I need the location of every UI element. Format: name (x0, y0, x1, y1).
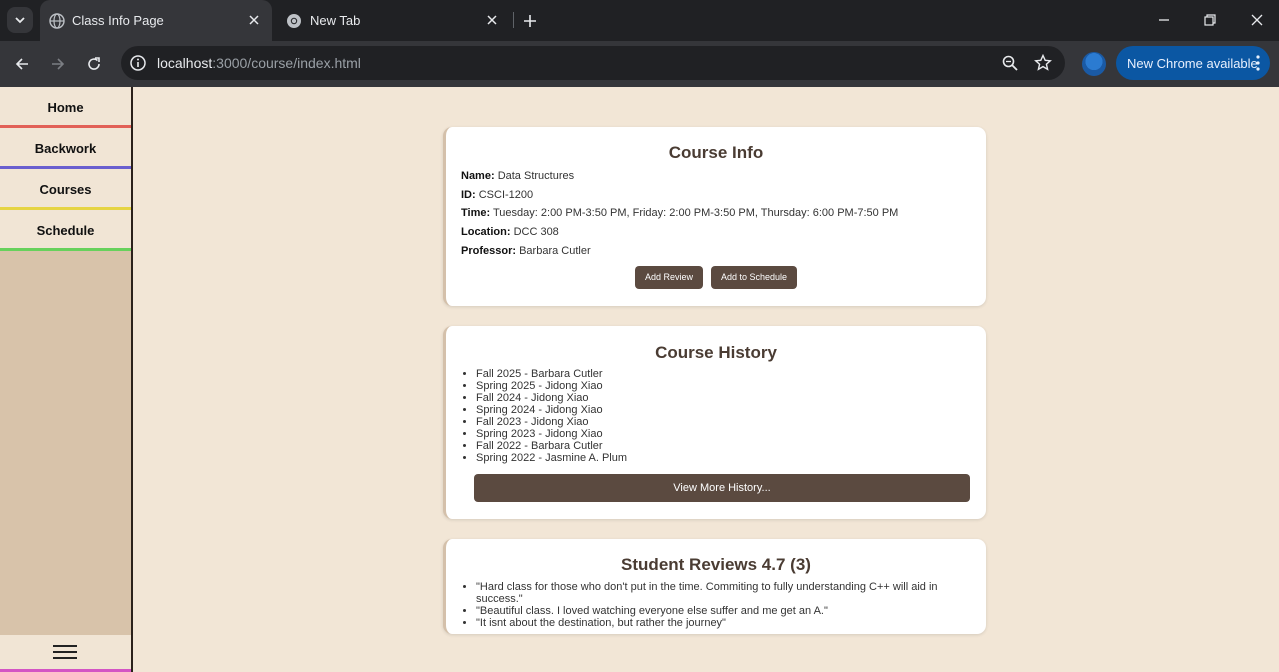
course-professor-value: Barbara Cutler (519, 245, 591, 257)
list-item: Fall 2025 - Barbara Cutler (476, 368, 627, 380)
back-button[interactable] (10, 52, 34, 76)
new-tab-button[interactable] (519, 10, 541, 32)
zoom-icon[interactable] (1001, 54, 1019, 72)
sidebar-item-home[interactable]: Home (0, 87, 131, 128)
sidebar-item-courses[interactable]: Courses (0, 169, 131, 210)
course-id-row: ID: CSCI-1200 (461, 189, 533, 201)
update-chrome-button[interactable]: New Chrome available (1116, 46, 1270, 80)
globe-icon (49, 13, 65, 29)
sidebar-menu-toggle[interactable] (0, 635, 131, 672)
restore-icon (1204, 14, 1216, 26)
browser-tab-bar: Class Info Page New Tab (0, 0, 1279, 41)
list-item: Fall 2022 - Barbara Cutler (476, 440, 627, 452)
minimize-button[interactable] (1152, 8, 1176, 32)
course-id-label: ID: (461, 189, 476, 201)
course-name-label: Name: (461, 170, 495, 182)
page-content: Home Backwork Courses Schedule Course In… (0, 87, 1279, 672)
tab-class-info-page[interactable]: Class Info Page (40, 0, 272, 41)
list-item: Spring 2025 - Jidong Xiao (476, 380, 627, 392)
close-tab-button[interactable] (484, 12, 500, 28)
tab-divider (513, 12, 514, 28)
forward-button[interactable] (46, 52, 70, 76)
url-text: localhost:3000/course/index.html (157, 55, 361, 71)
plus-icon (524, 15, 536, 27)
close-window-button[interactable] (1245, 8, 1269, 32)
add-to-schedule-button[interactable]: Add to Schedule (710, 266, 798, 289)
sidebar-item-schedule[interactable]: Schedule (0, 210, 131, 251)
course-time-row: Time: Tuesday: 2:00 PM-3:50 PM, Friday: … (461, 207, 898, 219)
close-icon (1251, 14, 1263, 26)
star-icon[interactable] (1034, 54, 1052, 72)
add-review-button[interactable]: Add Review (634, 266, 703, 289)
course-info-title: Course Info (668, 143, 764, 162)
chevron-down-icon (15, 17, 25, 24)
info-icon[interactable] (129, 54, 147, 72)
close-tab-button[interactable] (246, 12, 262, 28)
tab-title: New Tab (310, 13, 361, 28)
tab-title: Class Info Page (72, 13, 164, 28)
tab-new-tab[interactable]: New Tab (276, 0, 510, 41)
course-id-value: CSCI-1200 (478, 189, 534, 201)
course-info-card: Course Info Name: Data Structures ID: CS… (443, 127, 986, 306)
view-more-history-button[interactable]: View More History... (474, 474, 970, 502)
list-item: Spring 2022 - Jasmine A. Plum (476, 452, 627, 464)
course-location-row: Location: DCC 308 (461, 226, 559, 238)
tab-search-button[interactable] (7, 7, 33, 33)
url-path: :3000/course/index.html (212, 55, 361, 71)
course-location-value: DCC 308 (513, 226, 559, 238)
chrome-icon (287, 14, 301, 28)
student-reviews-title: Student Reviews 4.7 (3) (621, 555, 811, 574)
url-host: localhost (157, 55, 213, 71)
list-item: Spring 2023 - Jidong Xiao (476, 428, 627, 440)
arrow-right-icon (52, 58, 65, 70)
course-professor-row: Professor: Barbara Cutler (461, 245, 591, 257)
course-actions: Add Review Add to Schedule (446, 266, 986, 289)
course-professor-label: Professor: (461, 245, 517, 257)
arrow-left-icon (15, 58, 28, 70)
profile-avatar[interactable] (1082, 52, 1106, 76)
hamburger-icon (53, 645, 77, 661)
course-time-value: Tuesday: 2:00 PM-3:50 PM, Friday: 2:00 P… (493, 207, 899, 219)
list-item: "Beautiful class. I loved watching every… (476, 605, 986, 617)
address-bar[interactable]: localhost:3000/course/index.html (121, 46, 1065, 80)
list-item: Spring 2024 - Jidong Xiao (476, 404, 627, 416)
course-time-label: Time: (461, 207, 491, 219)
course-history-title: Course History (655, 343, 777, 362)
course-name-value: Data Structures (497, 170, 575, 182)
close-icon (249, 15, 259, 25)
sidebar: Home Backwork Courses Schedule (0, 87, 133, 672)
list-item: Fall 2023 - Jidong Xiao (476, 416, 627, 428)
browser-toolbar: localhost:3000/course/index.html New Chr… (0, 41, 1279, 87)
course-history-card: Course History Fall 2025 - Barbara Cutle… (443, 326, 986, 519)
update-label: New Chrome available (1127, 56, 1258, 71)
sidebar-item-backwork[interactable]: Backwork (0, 128, 131, 169)
close-icon (487, 15, 497, 25)
review-list: "Hard class for those who don't put in t… (476, 581, 986, 629)
reload-icon (88, 57, 100, 70)
more-vert-icon (1256, 55, 1260, 71)
course-name-row: Name: Data Structures (461, 170, 574, 182)
reload-button[interactable] (82, 52, 106, 76)
restore-button[interactable] (1198, 8, 1222, 32)
minimize-icon (1159, 19, 1169, 21)
course-location-label: Location: (461, 226, 511, 238)
student-reviews-card: Student Reviews 4.7 (3) "Hard class for … (443, 539, 986, 634)
list-item: "Hard class for those who don't put in t… (476, 581, 986, 605)
list-item: Fall 2024 - Jidong Xiao (476, 392, 627, 404)
course-history-list: Fall 2025 - Barbara Cutler Spring 2025 -… (476, 368, 627, 464)
list-item: "It isnt about the destination, but rath… (476, 617, 986, 629)
